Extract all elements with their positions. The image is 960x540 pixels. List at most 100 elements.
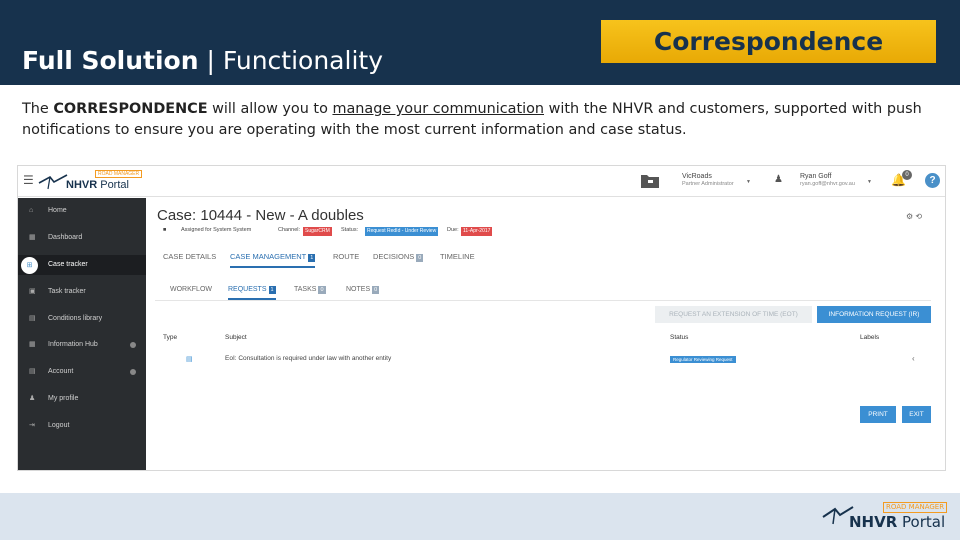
subtab-label: WORKFLOW <box>170 286 212 293</box>
tab-case-management[interactable]: CASE MANAGEMENT 1 <box>230 252 316 268</box>
info-hub-icon: ▦ <box>29 341 36 348</box>
sidebar-item-dashboard[interactable]: ▦ Dashboard <box>18 228 146 248</box>
slide-title-rest: Functionality <box>222 46 383 75</box>
tab-count: 1 <box>308 254 316 262</box>
portal-screenshot: ☰ ROAD MANAGER NHVR Portal VicRoads Part… <box>17 165 946 471</box>
user-name[interactable]: Ryan Goff <box>800 173 831 180</box>
subtab-workflow[interactable]: WORKFLOW <box>170 286 212 293</box>
tab-case-details[interactable]: CASE DETAILS <box>163 252 216 261</box>
channel-chip: SugarCRM <box>303 227 332 236</box>
sidebar-item-label: My profile <box>48 395 79 402</box>
due-chip: 11-Apr-2017 <box>461 227 493 236</box>
intro-underline: manage your communication <box>332 101 545 117</box>
tab-route[interactable]: ROUTE <box>333 252 359 261</box>
sidebar-item-label: Task tracker <box>48 288 86 295</box>
tab-count: 0 <box>416 254 424 262</box>
case-actions-icons[interactable]: ⚙ ⟲ <box>906 212 922 221</box>
sidebar: ⌂ Home ▦ Dashboard ⊞ Case tracker ▣ Task tra… <box>18 198 146 470</box>
user-email: ryan.goff@nhvr.gov.au <box>800 181 855 187</box>
exit-button[interactable]: EXIT <box>902 406 931 423</box>
sidebar-item-information-hub[interactable]: ▦ Information Hub <box>18 335 146 355</box>
request-subject[interactable]: EoI: Consultation is required under law … <box>225 355 391 362</box>
sidebar-item-task-tracker[interactable]: ▣ Task tracker <box>18 282 146 302</box>
intro-pre: The <box>22 101 54 117</box>
case-tracker-icon: ⊞ <box>21 257 38 274</box>
intro-mid: will allow you to <box>207 101 333 117</box>
footer-logo-suffix: Portal <box>897 513 946 531</box>
org-name[interactable]: VicRoads <box>682 173 712 180</box>
case-status-chip: Request RedId - Under Review <box>365 227 439 236</box>
channel-label: Channel: <box>278 227 301 233</box>
portal-topbar: ☰ ROAD MANAGER NHVR Portal VicRoads Part… <box>18 166 945 197</box>
task-tracker-icon: ▣ <box>29 288 36 295</box>
sidebar-item-label: Home <box>48 207 67 214</box>
tab-decisions[interactable]: DECISIONS 0 <box>373 252 424 262</box>
slide-title: Full Solution | Functionality <box>22 46 383 75</box>
assigned-text: Assigned for System System <box>181 227 252 233</box>
portal-logo[interactable]: ROAD MANAGER NHVR Portal <box>38 170 143 194</box>
subtab-label: NOTES <box>346 286 371 293</box>
intro-paragraph: The CORRESPONDENCE will allow you to man… <box>22 99 942 141</box>
portal-logo-name: NHVR <box>66 179 98 191</box>
profile-icon: ♟ <box>29 395 36 402</box>
subtab-tasks[interactable]: TASKS 0 <box>294 286 326 294</box>
portal-logo-text: NHVR Portal <box>66 179 129 191</box>
footer-band <box>0 493 960 540</box>
print-button[interactable]: PRINT <box>860 406 896 423</box>
tab-label: CASE MANAGEMENT <box>230 252 307 261</box>
sidebar-item-my-profile[interactable]: ♟ My profile <box>18 389 146 409</box>
column-header-labels: Labels <box>860 334 880 341</box>
dashboard-icon: ▦ <box>29 234 36 241</box>
org-role: Partner Administrator <box>682 181 734 187</box>
due-label: Due: <box>447 227 459 233</box>
library-icon: ▤ <box>29 315 36 322</box>
notification-count: 0 <box>902 170 912 180</box>
request-eot-button[interactable]: REQUEST AN EXTENSION OF TIME (EOT) <box>655 306 812 323</box>
user-chevron-down-icon[interactable]: ▼ <box>867 179 872 185</box>
information-request-button[interactable]: INFORMATION REQUEST (IR) <box>817 306 931 323</box>
case-title: Case: 10444 - New - A doubles <box>157 207 364 224</box>
sidebar-item-label: Information Hub <box>48 341 98 348</box>
subtab-count: 1 <box>268 286 276 294</box>
sidebar-item-label: Account <box>48 368 74 375</box>
sidebar-item-conditions-library[interactable]: ▤ Conditions library <box>18 309 146 329</box>
subtab-count: 0 <box>372 286 380 294</box>
slide-title-bold: Full Solution <box>22 46 199 75</box>
tab-label: CASE DETAILS <box>163 252 217 261</box>
column-header-status: Status <box>670 334 689 341</box>
sidebar-item-account[interactable]: ▤ Account <box>18 362 146 382</box>
status-label: Status: <box>341 227 359 233</box>
column-header-subject: Subject <box>225 334 247 341</box>
hamburger-menu-icon[interactable]: ☰ <box>23 173 34 187</box>
subtab-divider <box>155 300 931 301</box>
expand-dot-icon[interactable] <box>130 342 136 348</box>
help-icon[interactable]: ? <box>925 173 940 188</box>
account-icon: ▤ <box>29 368 36 375</box>
correspondence-badge: Correspondence <box>601 20 936 63</box>
sidebar-item-case-tracker[interactable]: ⊞ Case tracker <box>18 255 146 275</box>
tab-label: DECISIONS <box>373 252 415 261</box>
sidebar-item-home[interactable]: ⌂ Home <box>18 201 146 221</box>
subtab-count: 0 <box>318 286 326 294</box>
chevron-left-icon[interactable]: ‹ <box>912 354 915 363</box>
sidebar-item-logout[interactable]: ⇥ Logout <box>18 416 146 436</box>
footer-logo: ROAD MANAGER NHVR Portal <box>822 500 948 534</box>
document-icon: ▤ <box>186 356 193 363</box>
subtab-label: REQUESTS <box>228 286 267 293</box>
footer-logo-tag: ROAD MANAGER <box>883 502 948 513</box>
sidebar-item-label: Conditions library <box>48 315 103 322</box>
org-chevron-down-icon[interactable]: ▼ <box>746 179 751 185</box>
request-status-chip: Regulator Reviewing Request <box>670 356 736 363</box>
sidebar-item-label: Logout <box>48 422 70 429</box>
subtab-requests[interactable]: REQUESTS 1 <box>228 286 276 300</box>
expand-dot-icon[interactable] <box>130 369 136 375</box>
subtab-notes[interactable]: NOTES 0 <box>346 286 380 294</box>
logout-icon: ⇥ <box>29 422 35 429</box>
sidebar-item-label: Dashboard <box>48 234 83 241</box>
folder-icon[interactable] <box>640 172 660 189</box>
road-swoosh-icon <box>38 174 68 190</box>
tab-label: ROUTE <box>333 252 360 261</box>
footer-logo-name: NHVR <box>849 513 898 531</box>
tab-label: TIMELINE <box>440 252 475 261</box>
tab-timeline[interactable]: TIMELINE <box>440 252 475 261</box>
